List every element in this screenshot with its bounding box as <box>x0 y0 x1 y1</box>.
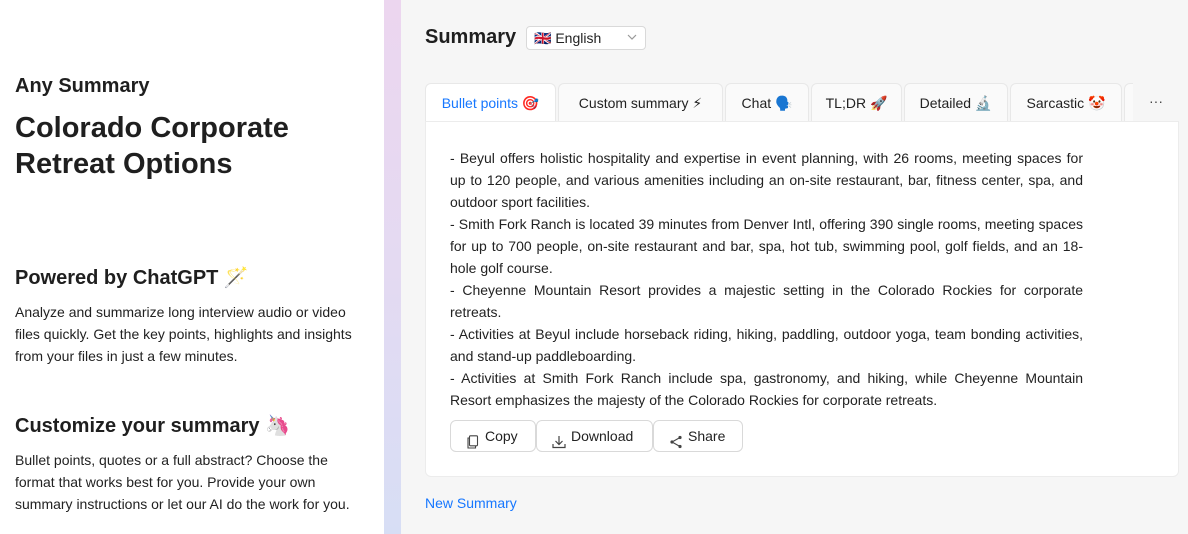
language-select[interactable]: 🇬🇧 English <box>526 26 646 50</box>
copy-label: Copy <box>485 428 518 444</box>
summary-text: - Beyul offers holistic hospitality and … <box>450 147 1083 411</box>
download-label: Download <box>571 428 634 444</box>
share-button[interactable]: Share <box>653 420 743 452</box>
list-item: - Beyul offers holistic hospitality and … <box>450 150 1083 210</box>
tab-detailed[interactable]: Detailed 🔬 <box>904 83 1008 122</box>
download-button[interactable]: Download <box>536 420 653 452</box>
list-item: - Activities at Beyul include horseback … <box>450 326 1083 364</box>
copy-icon <box>466 429 480 449</box>
feature-title-powered: Powered by ChatGPT 🪄 <box>15 267 249 289</box>
copy-button[interactable]: Copy <box>450 420 536 452</box>
share-label: Share <box>688 428 726 444</box>
info-panel: Any Summary Colorado Corporate Retreat O… <box>0 0 384 534</box>
feature-text-customize: Bullet points, quotes or a full abstract… <box>15 452 350 512</box>
tab-sarcastic[interactable]: Sarcastic 🤡 <box>1010 83 1122 122</box>
list-item: - Activities at Smith Fork Ranch include… <box>450 370 1083 408</box>
tab-tldr[interactable]: TL;DR 🚀 <box>811 83 902 122</box>
document-title: Colorado Corporate Retreat Options <box>15 112 289 180</box>
tab-bullet-points[interactable]: Bullet points 🎯 <box>425 83 556 122</box>
summary-panel: Summary 🇬🇧 English Bullet points 🎯 Custo… <box>401 0 1188 534</box>
more-tabs-button[interactable]: ··· <box>1133 83 1179 122</box>
download-icon <box>552 429 566 449</box>
gradient-divider <box>384 0 401 534</box>
share-icon <box>669 429 683 449</box>
tab-custom-summary[interactable]: Custom summary ⚡ <box>558 83 723 122</box>
summary-card: - Beyul offers holistic hospitality and … <box>425 121 1179 477</box>
app-name: Any Summary <box>15 75 150 97</box>
list-item: - Cheyenne Mountain Resort provides a ma… <box>450 282 1083 320</box>
summary-format-tabs: Bullet points 🎯 Custom summary ⚡ Chat 🗣️… <box>425 83 1179 122</box>
feature-title-customize: Customize your summary 🦄 <box>15 415 290 437</box>
tab-chat[interactable]: Chat 🗣️ <box>725 83 809 122</box>
summary-heading: Summary <box>425 26 517 48</box>
list-item: - Smith Fork Ranch is located 39 minutes… <box>450 216 1083 276</box>
feature-text-powered: Analyze and summarize long interview aud… <box>15 304 352 364</box>
new-summary-link[interactable]: New Summary <box>425 495 517 511</box>
language-value: 🇬🇧 English <box>534 30 602 46</box>
chevron-down-icon <box>627 27 637 58</box>
